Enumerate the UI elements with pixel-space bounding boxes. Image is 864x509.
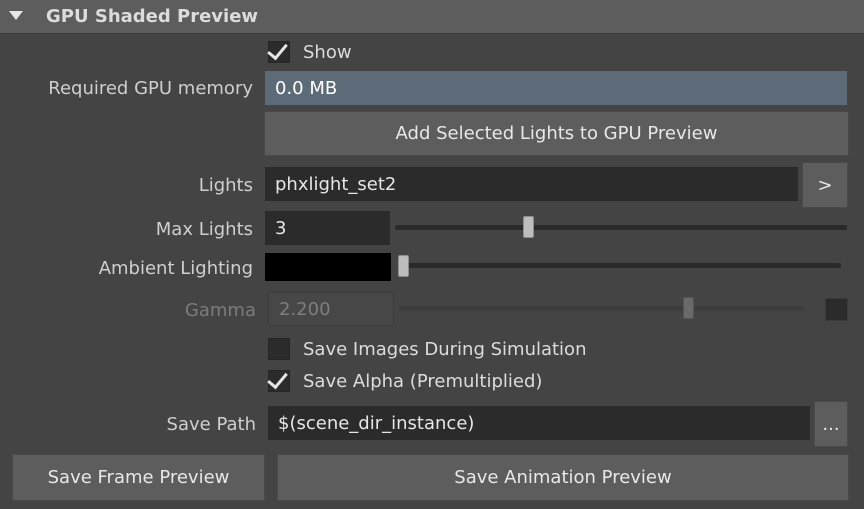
- add-selected-lights-button[interactable]: Add Selected Lights to GPU Preview: [264, 111, 849, 156]
- save-path-label: Save Path: [166, 414, 256, 435]
- ambient-slider-handle[interactable]: [398, 255, 409, 277]
- ambient-lighting-label: Ambient Lighting: [98, 258, 253, 279]
- section-header[interactable]: GPU Shaded Preview: [0, 0, 864, 34]
- save-path-field[interactable]: $(scene_dir_instance): [268, 406, 810, 440]
- lights-pick-button[interactable]: >: [802, 162, 848, 208]
- ambient-color-swatch[interactable]: [265, 253, 391, 281]
- lights-field[interactable]: phxlight_set2: [265, 167, 798, 201]
- show-label: Show: [303, 42, 352, 63]
- collapse-triangle-icon[interactable]: [9, 11, 23, 20]
- save-animation-preview-button[interactable]: Save Animation Preview: [277, 454, 849, 501]
- save-path-browse-button[interactable]: ...: [814, 401, 848, 447]
- max-lights-field[interactable]: 3: [265, 211, 390, 245]
- save-alpha-checkbox[interactable]: [267, 367, 290, 392]
- save-images-label: Save Images During Simulation: [303, 339, 587, 360]
- save-frame-preview-button[interactable]: Save Frame Preview: [12, 454, 265, 501]
- gpu-memory-field[interactable]: 0.0 MB: [265, 71, 847, 105]
- gamma-slider-handle[interactable]: [682, 297, 694, 319]
- gamma-option-box[interactable]: [825, 298, 848, 321]
- gamma-slider-track[interactable]: [399, 306, 804, 311]
- gamma-field[interactable]: 2.200: [268, 292, 394, 326]
- save-alpha-label: Save Alpha (Premultiplied): [303, 371, 543, 392]
- show-checkbox[interactable]: [267, 38, 290, 63]
- max-lights-slider-track[interactable]: [395, 225, 847, 230]
- section-title: GPU Shaded Preview: [46, 6, 259, 27]
- save-images-checkbox[interactable]: [268, 338, 290, 360]
- checkmark-icon: [267, 367, 288, 390]
- ambient-slider-track[interactable]: [398, 263, 841, 268]
- gpu-memory-label: Required GPU memory: [48, 78, 253, 99]
- checkmark-icon: [267, 38, 288, 61]
- max-lights-slider-handle[interactable]: [522, 216, 534, 238]
- max-lights-label: Max Lights: [155, 219, 253, 240]
- gamma-label: Gamma: [184, 300, 256, 321]
- lights-label: Lights: [198, 175, 253, 196]
